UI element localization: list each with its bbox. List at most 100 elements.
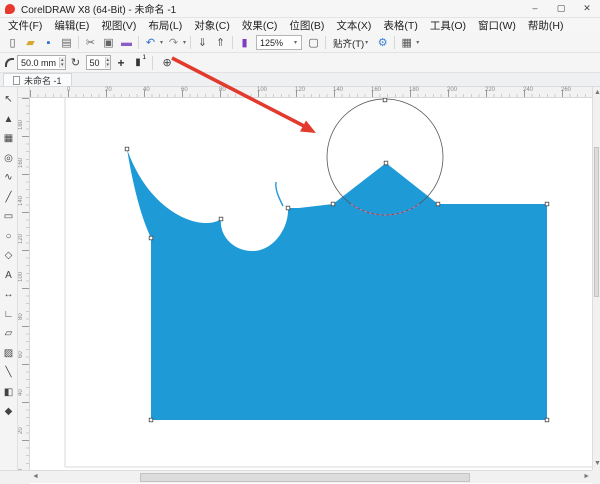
crosshair-icon[interactable]: ⊕	[160, 56, 174, 69]
document-tab-bar: 未命名 -1	[0, 73, 600, 87]
undo-icon-dropdown[interactable]: ▾	[160, 39, 163, 46]
corner-radius-value[interactable]: 50.0 mm	[18, 58, 59, 68]
toolbar-separator	[232, 36, 233, 49]
menu-item-11[interactable]: 帮助(H)	[522, 18, 570, 33]
v-ruler-number: 80	[18, 313, 24, 320]
window-title: CorelDRAW X8 (64-Bit) - 未命名 -1	[21, 1, 176, 16]
ellipse-tool[interactable]: ○	[1, 228, 17, 248]
vertical-ruler[interactable]: 180160140120100806040200	[18, 98, 30, 470]
toolbar-separator	[78, 36, 79, 49]
export-icon[interactable]: ⇑	[212, 35, 229, 51]
options-gear-icon[interactable]: ⚙	[374, 35, 391, 51]
points-value[interactable]: 50	[87, 58, 105, 68]
h-ruler-number: 120	[295, 87, 305, 93]
print-icon[interactable]: ▤	[58, 35, 75, 51]
rectangle-tool[interactable]: ▭	[1, 208, 17, 228]
document-tab-label: 未命名 -1	[24, 74, 62, 87]
maximize-button[interactable]: ▢	[548, 0, 574, 17]
scroll-up-arrow[interactable]: ▲	[594, 87, 600, 99]
add-node-button[interactable]: +	[114, 56, 128, 70]
dimension-tool[interactable]: ↔	[1, 286, 17, 306]
page-icon	[13, 76, 20, 85]
menu-item-1[interactable]: 编辑(E)	[48, 18, 95, 33]
polygon-tool[interactable]: ◇	[1, 247, 17, 267]
menu-item-0[interactable]: 文件(F)	[2, 18, 48, 33]
menu-item-2[interactable]: 视图(V)	[95, 18, 142, 33]
zoom-level-combo[interactable]: 125%▾	[256, 35, 302, 50]
scroll-left-arrow[interactable]: ◄	[32, 471, 39, 483]
paste-icon[interactable]: ▬	[118, 35, 135, 51]
launcher-icon[interactable]: ▮	[236, 35, 253, 51]
new-document-icon[interactable]: ▯	[4, 35, 21, 51]
interactive-fill-tool[interactable]: ◧	[1, 384, 17, 404]
toolbar-separator	[325, 36, 326, 49]
points-spinner[interactable]: ▴▾	[105, 57, 111, 68]
toolbox: ↖▲▦◎∿╱▭○◇A↔∟▱▨╲◧◆	[0, 87, 18, 470]
zoom-tool[interactable]: ◎	[1, 150, 17, 170]
minimize-button[interactable]: –	[522, 0, 548, 17]
v-ruler-number: 60	[18, 351, 24, 358]
eyedropper-tool[interactable]: ╲	[1, 364, 17, 384]
transparency-tool[interactable]: ▨	[1, 345, 17, 365]
freehand-tool[interactable]: ∿	[1, 169, 17, 189]
text-tool[interactable]: A	[1, 267, 17, 287]
corner-radius-input[interactable]: 50.0 mm ▴▾	[17, 55, 66, 70]
fullscreen-preview-icon[interactable]: ▢	[305, 35, 322, 51]
ink-bottle-icon[interactable]: ▮1	[131, 57, 145, 68]
v-ruler-number: 120	[18, 234, 24, 244]
menu-item-9[interactable]: 工具(O)	[424, 18, 472, 33]
redo-icon[interactable]: ↷	[165, 35, 182, 51]
drawing-canvas[interactable]	[30, 98, 592, 470]
relative-corner-icon[interactable]: ↻	[69, 56, 83, 69]
coreldraw-logo-icon	[5, 4, 15, 14]
menu-item-5[interactable]: 效果(C)	[236, 18, 284, 33]
close-button[interactable]: ✕	[574, 0, 600, 17]
save-icon[interactable]: ▪	[40, 35, 57, 51]
steps-badge: 1	[142, 54, 146, 61]
welcome-screen-icon[interactable]: ▦	[398, 35, 415, 51]
h-ruler-number: 100	[257, 87, 267, 93]
menu-item-10[interactable]: 窗口(W)	[472, 18, 522, 33]
corner-radius-spinner[interactable]: ▴▾	[59, 57, 65, 68]
horizontal-ruler[interactable]: 020406080100120140160180200220240260	[30, 87, 592, 98]
open-folder-icon[interactable]: ▰	[22, 35, 39, 51]
scrollbar-corner-right	[592, 470, 600, 484]
h-ruler-number: 200	[447, 87, 457, 93]
document-tab[interactable]: 未命名 -1	[3, 73, 72, 86]
scroll-right-arrow[interactable]: ►	[583, 471, 590, 483]
cut-icon[interactable]: ✂	[82, 35, 99, 51]
h-ruler-number: 0	[67, 87, 70, 93]
menu-bar: 文件(F)编辑(E)视图(V)布局(L)对象(C)效果(C)位图(B)文本(X)…	[0, 18, 600, 33]
crop-tool[interactable]: ▦	[1, 130, 17, 150]
drop-shadow-tool[interactable]: ▱	[1, 325, 17, 345]
crescent-line[interactable]	[276, 182, 283, 206]
outline-pen-tool[interactable]: ◆	[1, 403, 17, 423]
menu-item-8[interactable]: 表格(T)	[377, 18, 423, 33]
vertical-scrollbar[interactable]: ▲ ▼	[592, 87, 600, 470]
menu-item-3[interactable]: 布局(L)	[142, 18, 188, 33]
menu-item-6[interactable]: 位图(B)	[283, 18, 330, 33]
horizontal-scroll-thumb[interactable]	[140, 473, 470, 482]
menu-item-4[interactable]: 对象(C)	[188, 18, 236, 33]
pick-tool[interactable]: ↖	[1, 91, 17, 111]
shape-tool[interactable]: ▲	[1, 111, 17, 131]
import-icon[interactable]: ⇓	[194, 35, 211, 51]
artistic-media-tool[interactable]: ╱	[1, 189, 17, 209]
horizontal-scrollbar[interactable]: ◄ ►	[30, 470, 592, 483]
ruler-corner[interactable]	[18, 87, 30, 98]
welcome-screen-icon-group: ▦▾	[398, 35, 420, 51]
points-input[interactable]: 50 ▴▾	[86, 55, 112, 70]
snap-dropdown[interactable]: 贴齐(T)▾	[329, 36, 373, 50]
toolbar-separator	[138, 36, 139, 49]
vertical-scroll-thumb[interactable]	[594, 147, 599, 297]
window-controls: – ▢ ✕	[522, 0, 600, 17]
scroll-down-arrow[interactable]: ▼	[594, 458, 600, 470]
menu-item-7[interactable]: 文本(X)	[330, 18, 377, 33]
connector-tool[interactable]: ∟	[1, 306, 17, 326]
welcome-screen-icon-dropdown[interactable]: ▾	[416, 39, 419, 46]
copy-icon[interactable]: ▣	[100, 35, 117, 51]
undo-icon[interactable]: ↶	[142, 35, 159, 51]
property-bar: 50.0 mm ▴▾ ↻ 50 ▴▾ + ▮1 ⊕	[0, 53, 600, 73]
redo-icon-dropdown[interactable]: ▾	[183, 39, 186, 46]
v-ruler-number: 180	[18, 120, 24, 130]
